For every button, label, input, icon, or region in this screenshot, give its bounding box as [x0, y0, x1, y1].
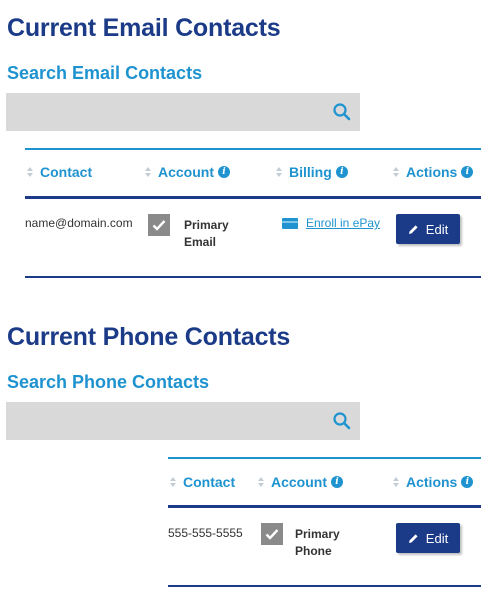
phone-section-title: Current Phone Contacts — [7, 323, 291, 351]
info-icon[interactable]: i — [461, 166, 474, 178]
pencil-icon — [408, 224, 418, 234]
email-contacts-table: Contact Account i Billing i Actions i na… — [25, 148, 481, 280]
edit-button-label: Edit — [425, 221, 449, 237]
column-header-label: Contact — [183, 474, 236, 490]
phone-search-box — [6, 402, 360, 440]
column-header-account[interactable]: Account i — [145, 164, 230, 180]
column-header-label: Account — [158, 164, 214, 180]
sort-icon — [170, 477, 177, 487]
email-search-label: Search Email Contacts — [7, 63, 203, 83]
sort-icon — [258, 477, 265, 487]
info-icon[interactable]: i — [335, 166, 348, 178]
table-bottom-border — [168, 585, 481, 587]
info-icon[interactable]: i — [218, 166, 230, 178]
sort-icon — [393, 167, 400, 177]
column-header-contact[interactable]: Contact — [27, 164, 92, 180]
primary-phone-checkbox[interactable] — [261, 523, 283, 545]
email-search-box — [6, 93, 360, 131]
sort-icon — [393, 477, 400, 487]
table-header-border — [25, 196, 481, 199]
column-header-label: Actions — [406, 164, 458, 180]
credit-card-icon — [282, 217, 298, 229]
column-header-contact[interactable]: Contact — [170, 474, 235, 490]
edit-phone-button[interactable]: Edit — [396, 523, 460, 553]
sort-icon — [276, 167, 283, 177]
info-icon[interactable]: i — [331, 476, 343, 488]
contact-phone-value: 555-555-5555 — [168, 526, 243, 540]
sort-icon — [145, 167, 152, 177]
search-icon[interactable] — [332, 102, 352, 122]
table-top-border — [25, 148, 481, 150]
phone-search-label: Search Phone Contacts — [7, 372, 210, 392]
sort-icon — [27, 167, 34, 177]
column-header-account[interactable]: Account i — [258, 474, 343, 490]
check-icon — [152, 220, 166, 231]
column-header-label: Account — [271, 474, 327, 490]
edit-email-button[interactable]: Edit — [396, 214, 460, 244]
pencil-icon — [408, 533, 418, 543]
account-label-line2: Email — [184, 235, 217, 249]
email-search-input[interactable] — [6, 93, 326, 131]
column-header-actions[interactable]: Actions i — [393, 474, 474, 490]
column-header-label: Contact — [40, 164, 93, 180]
column-header-actions[interactable]: Actions i — [393, 164, 474, 180]
account-label-line1: Primary — [295, 527, 340, 541]
column-header-billing[interactable]: Billing i — [276, 164, 348, 180]
search-icon[interactable] — [332, 411, 352, 431]
account-label-line2: Phone — [295, 544, 332, 558]
column-header-label: Actions — [406, 474, 458, 490]
email-section-title: Current Email Contacts — [7, 14, 281, 42]
enroll-epay-link[interactable]: Enroll in ePay — [282, 216, 380, 230]
column-header-label: Billing — [289, 164, 332, 180]
info-icon[interactable]: i — [461, 476, 474, 488]
account-label-line1: Primary — [184, 218, 229, 232]
check-icon — [265, 529, 279, 540]
edit-button-label: Edit — [425, 530, 449, 546]
primary-email-checkbox[interactable] — [148, 214, 170, 236]
table-header-border — [168, 505, 481, 508]
phone-search-input[interactable] — [6, 402, 326, 440]
table-bottom-border — [25, 276, 481, 278]
account-label: Primary Phone — [295, 526, 340, 560]
phone-contacts-table: Contact Account i Actions i 555-555-5555… — [168, 457, 481, 589]
account-label: Primary Email — [184, 217, 229, 251]
table-top-border — [168, 457, 481, 459]
contact-email-value: name@domain.com — [25, 216, 133, 230]
enroll-epay-label: Enroll in ePay — [306, 216, 381, 230]
